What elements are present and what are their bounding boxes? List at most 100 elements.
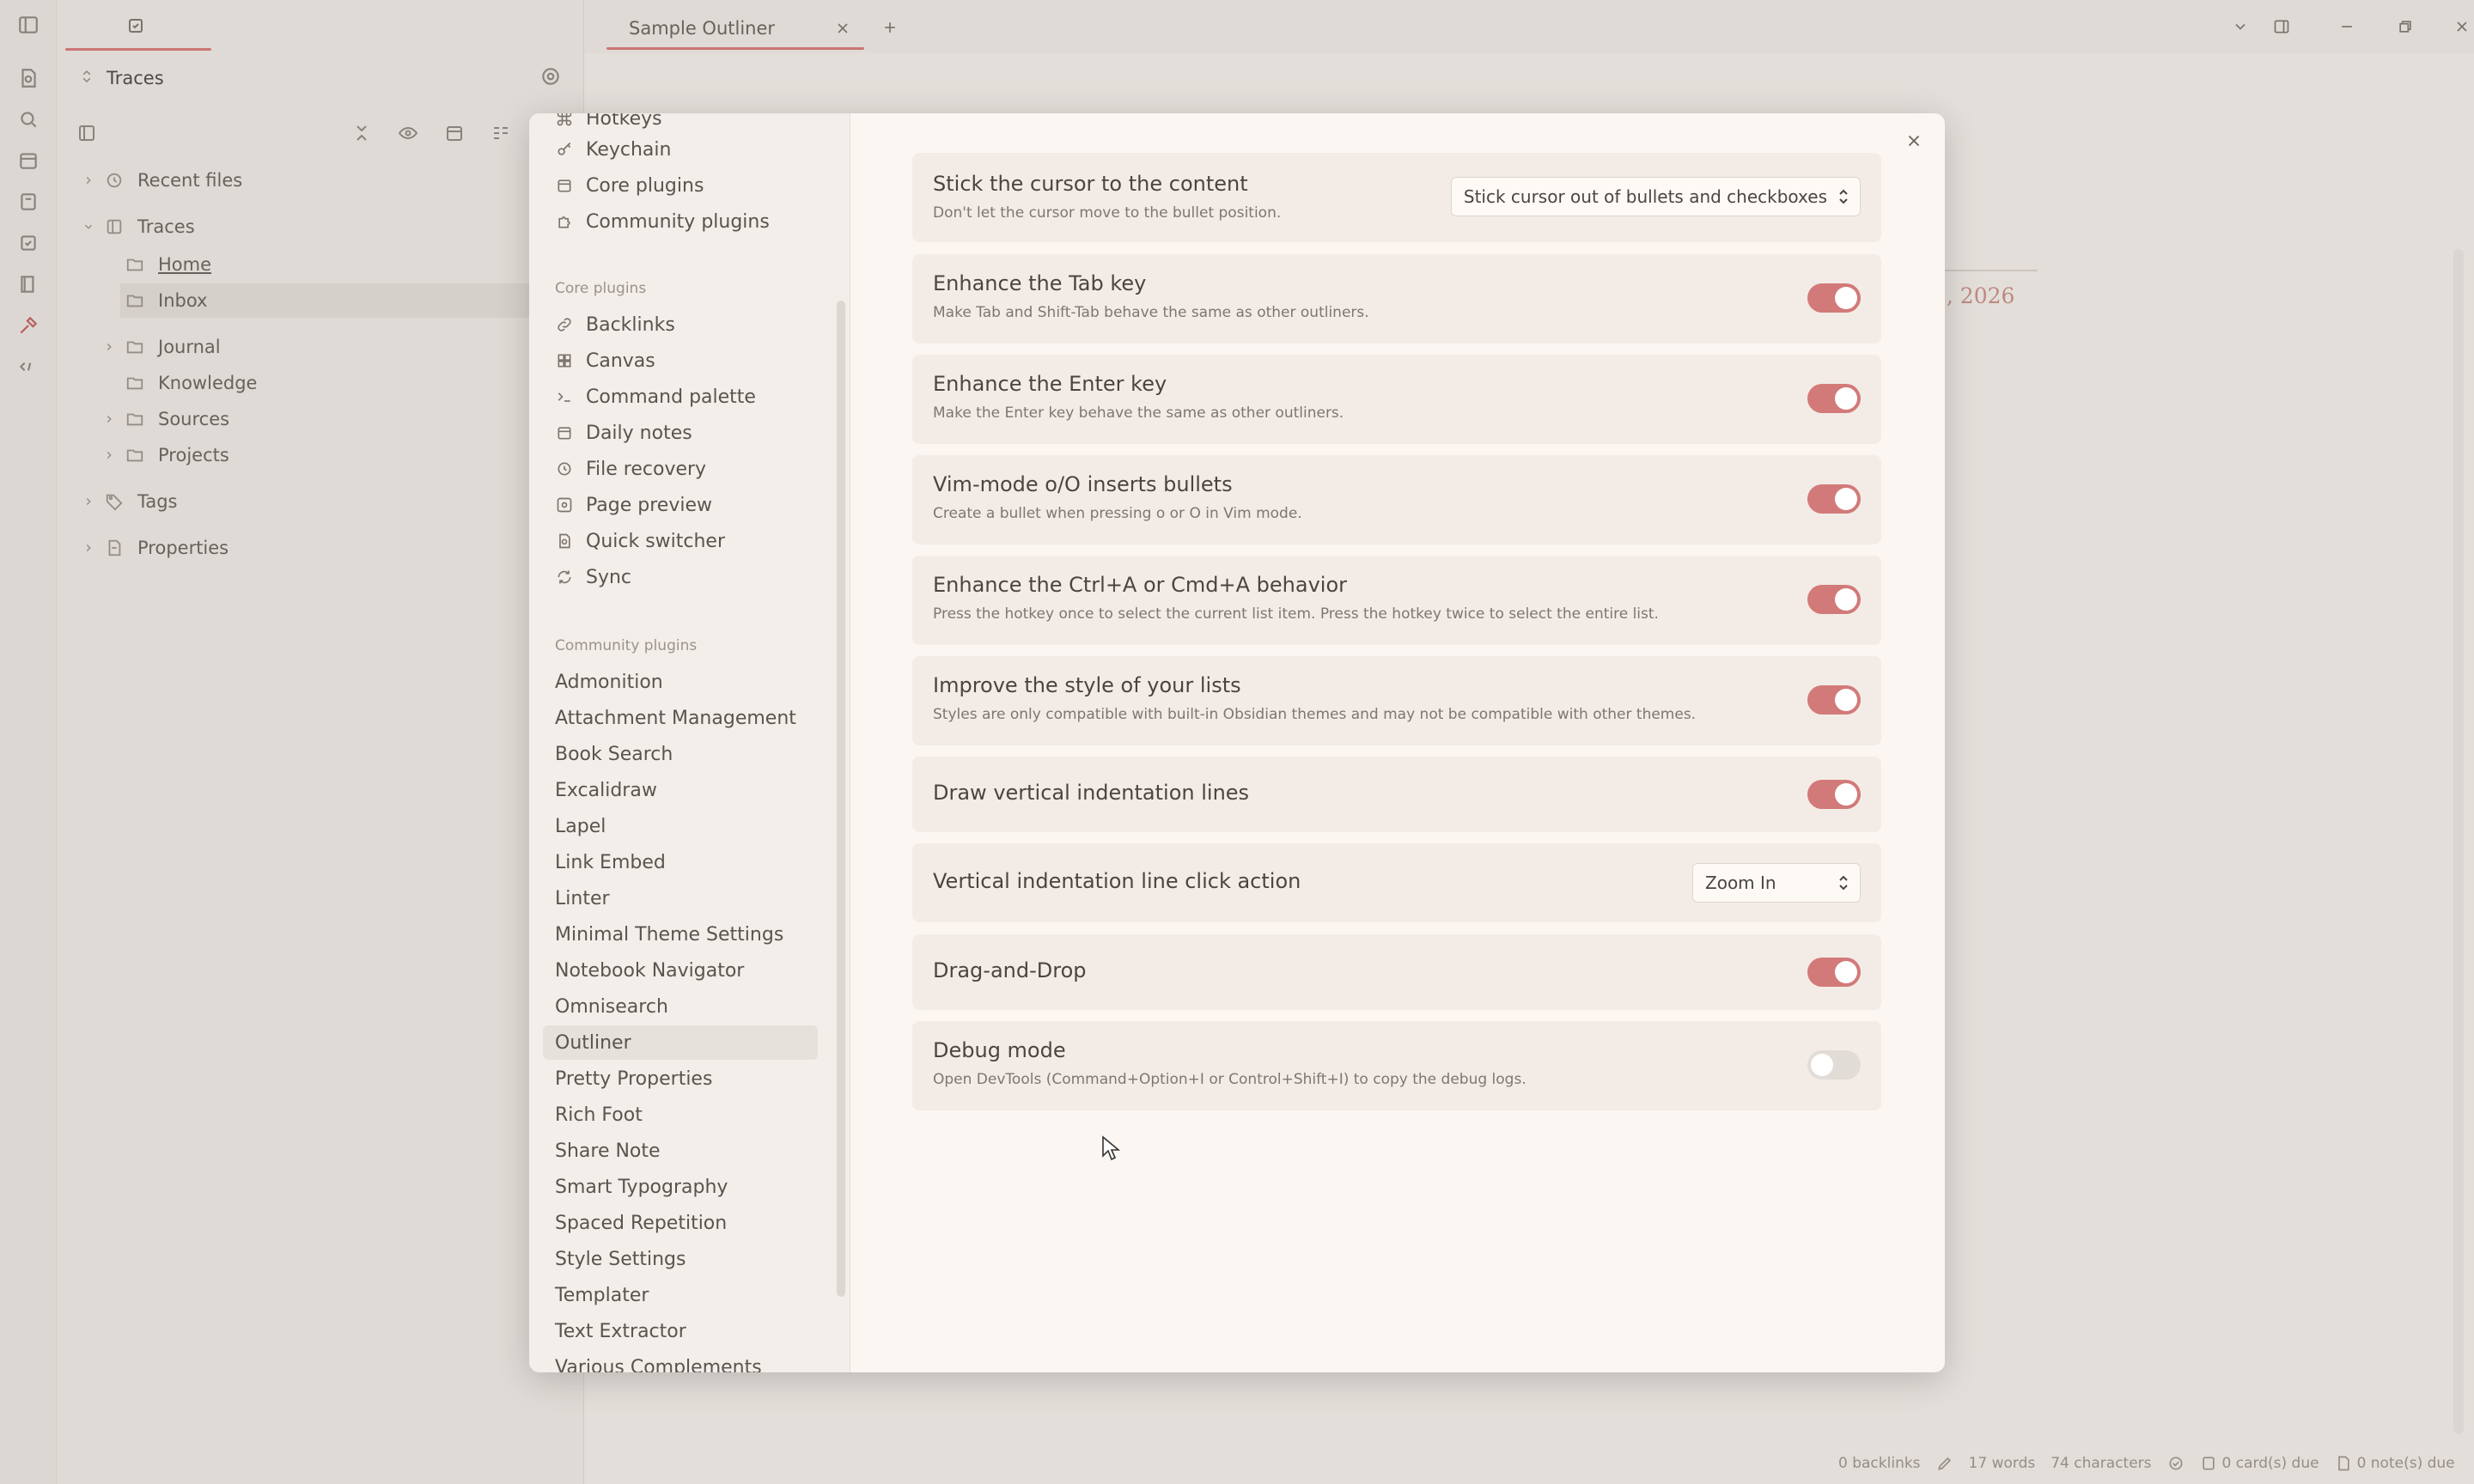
nav-label: Hotkeys [586, 113, 662, 130]
nav-label: Link Embed [555, 851, 666, 873]
nav-file-recovery[interactable]: File recovery [543, 452, 818, 486]
setting-enhance-tab: Enhance the Tab key Make Tab and Shift-T… [912, 254, 1881, 344]
setting-list-style: Improve the style of your lists Styles a… [912, 656, 1881, 745]
nav-plugin-admonition[interactable]: Admonition [543, 665, 818, 699]
nav-label: Backlinks [586, 313, 675, 336]
nav-plugin-book-search[interactable]: Book Search [543, 737, 818, 771]
settings-nav-scrollbar[interactable] [837, 301, 845, 1297]
calendar-icon [555, 176, 574, 195]
setting-description: Press the hotkey once to select the curr… [933, 605, 1659, 623]
puzzle-icon [555, 212, 574, 231]
setting-name: Draw vertical indentation lines [933, 781, 1250, 805]
command-icon [555, 113, 574, 128]
nav-plugin-link-embed[interactable]: Link Embed [543, 845, 818, 879]
history-icon [555, 459, 574, 478]
nav-daily-notes[interactable]: Daily notes [543, 416, 818, 450]
nav-page-preview[interactable]: Page preview [543, 488, 818, 522]
key-icon [555, 140, 574, 159]
nav-plugin-lapel[interactable]: Lapel [543, 809, 818, 843]
settings-nav: Hotkeys Keychain Core plugins Community … [529, 113, 850, 1372]
line-click-action-dropdown[interactable]: Zoom In [1692, 863, 1861, 903]
nav-label: Text Extractor [555, 1320, 686, 1342]
nav-heading-community: Community plugins [555, 637, 698, 654]
nav-label: Attachment Management [555, 707, 796, 729]
dropdown-value: Zoom In [1705, 873, 1776, 893]
nav-plugin-pretty-properties[interactable]: Pretty Properties [543, 1061, 818, 1096]
nav-core-plugins[interactable]: Core plugins [543, 168, 818, 203]
nav-label: Templater [555, 1284, 649, 1306]
nav-heading-core: Core plugins [555, 280, 647, 297]
nav-plugin-omnisearch[interactable]: Omnisearch [543, 989, 818, 1024]
nav-label: Daily notes [586, 422, 692, 444]
grid-icon [555, 351, 574, 370]
nav-label: Community plugins [586, 210, 770, 233]
nav-plugin-share-note[interactable]: Share Note [543, 1134, 818, 1168]
sync-icon [555, 568, 574, 587]
settings-modal: Hotkeys Keychain Core plugins Community … [529, 113, 1945, 1372]
nav-plugin-style-settings[interactable]: Style Settings [543, 1242, 818, 1276]
nav-label: Various Complements [555, 1356, 762, 1373]
nav-plugin-spaced-repetition[interactable]: Spaced Repetition [543, 1206, 818, 1240]
setting-vim-mode: Vim-mode o/O inserts bullets Create a bu… [912, 455, 1881, 544]
terminal-icon [555, 387, 574, 406]
nav-plugin-excalidraw[interactable]: Excalidraw [543, 773, 818, 807]
nav-plugin-text-extractor[interactable]: Text Extractor [543, 1314, 818, 1348]
dropdown-value: Stick cursor out of bullets and checkbox… [1463, 186, 1827, 207]
nav-label: Core plugins [586, 174, 704, 197]
nav-label: Smart Typography [555, 1176, 728, 1198]
nav-label: Book Search [555, 743, 673, 765]
nav-label: Lapel [555, 815, 606, 837]
nav-plugin-attachment-management[interactable]: Attachment Management [543, 701, 818, 735]
nav-plugin-various-complements[interactable]: Various Complements [543, 1350, 818, 1373]
setting-description: Don't let the cursor move to the bullet … [933, 204, 1282, 222]
nav-quick-switcher[interactable]: Quick switcher [543, 524, 818, 558]
list-style-toggle[interactable] [1807, 685, 1861, 715]
nav-plugin-templater[interactable]: Templater [543, 1278, 818, 1312]
nav-label: Outliner [555, 1031, 631, 1054]
nav-command-palette[interactable]: Command palette [543, 380, 818, 414]
chevron-updown-icon [1836, 187, 1851, 206]
enhance-select-all-toggle[interactable] [1807, 585, 1861, 614]
nav-plugin-notebook-navigator[interactable]: Notebook Navigator [543, 953, 818, 988]
chevron-updown-icon [1836, 873, 1851, 892]
nav-label: Page preview [586, 494, 712, 516]
preview-icon [555, 496, 574, 514]
vertical-lines-toggle[interactable] [1807, 780, 1861, 809]
vim-mode-toggle[interactable] [1807, 484, 1861, 514]
nav-sync[interactable]: Sync [543, 560, 818, 594]
setting-name: Enhance the Ctrl+A or Cmd+A behavior [933, 573, 1348, 597]
setting-line-click-action: Vertical indentation line click action Z… [912, 843, 1881, 922]
enhance-tab-toggle[interactable] [1807, 283, 1861, 313]
nav-label: Rich Foot [555, 1104, 643, 1126]
nav-plugin-linter[interactable]: Linter [543, 881, 818, 915]
nav-label: Share Note [555, 1140, 661, 1162]
nav-label: Canvas [586, 350, 655, 372]
nav-backlinks[interactable]: Backlinks [543, 307, 818, 342]
nav-plugin-minimal-theme-settings[interactable]: Minimal Theme Settings [543, 917, 818, 952]
setting-name: Stick the cursor to the content [933, 172, 1248, 196]
stick-cursor-dropdown[interactable]: Stick cursor out of bullets and checkbox… [1450, 177, 1861, 216]
setting-name: Improve the style of your lists [933, 673, 1241, 697]
nav-keychain[interactable]: Keychain [543, 132, 818, 167]
nav-label: Linter [555, 887, 610, 909]
drag-and-drop-toggle[interactable] [1807, 958, 1861, 987]
setting-stick-cursor: Stick the cursor to the content Don't le… [912, 153, 1881, 242]
nav-label: File recovery [586, 458, 707, 480]
nav-canvas[interactable]: Canvas [543, 344, 818, 378]
debug-mode-toggle[interactable] [1807, 1050, 1861, 1080]
enhance-enter-toggle[interactable] [1807, 384, 1861, 413]
nav-label: Notebook Navigator [555, 959, 745, 982]
setting-name: Vim-mode o/O inserts bullets [933, 472, 1233, 496]
link-icon [555, 315, 574, 334]
nav-label: Minimal Theme Settings [555, 923, 784, 946]
nav-plugin-smart-typography[interactable]: Smart Typography [543, 1170, 818, 1204]
setting-description: Open DevTools (Command+Option+I or Contr… [933, 1071, 1526, 1088]
nav-community-plugins[interactable]: Community plugins [543, 204, 818, 239]
close-modal-icon[interactable] [1898, 125, 1929, 156]
nav-label: Excalidraw [555, 779, 657, 801]
nav-plugin-rich-foot[interactable]: Rich Foot [543, 1098, 818, 1132]
nav-label: Pretty Properties [555, 1067, 713, 1090]
nav-label: Spaced Repetition [555, 1212, 728, 1234]
nav-plugin-outliner[interactable]: Outliner [543, 1025, 818, 1060]
nav-label: Omnisearch [555, 995, 668, 1018]
